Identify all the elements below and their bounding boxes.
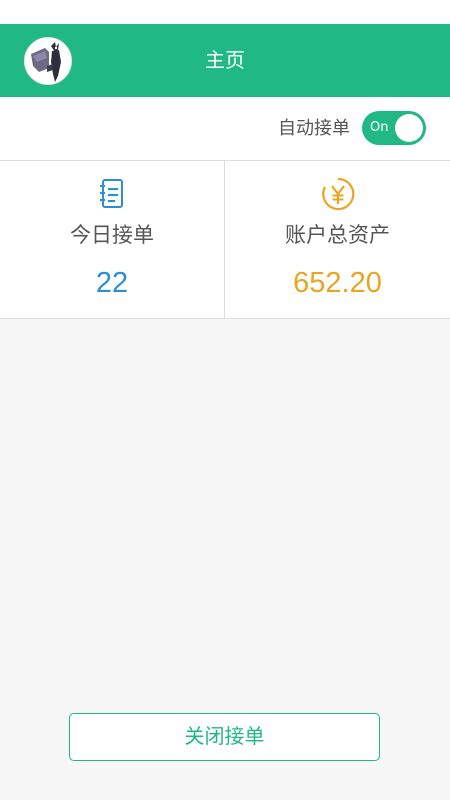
auto-accept-toggle[interactable]: On — [362, 111, 426, 145]
stat-label: 账户总资产 — [285, 223, 390, 247]
toggle-knob — [395, 114, 423, 142]
app-header: 主页 — [0, 24, 450, 97]
close-orders-button[interactable]: 关闭接单 — [69, 713, 380, 761]
yen-coin-icon — [321, 177, 354, 211]
bat-avatar-icon — [25, 38, 71, 84]
toggle-state-text: On — [370, 120, 389, 135]
stat-value: 652.20 — [293, 267, 382, 299]
stats-panel: 今日接单 22 账户总资产 652.20 — [0, 160, 450, 319]
auto-accept-row: 自动接单 On — [0, 97, 450, 160]
stat-value: 22 — [95, 267, 129, 299]
auto-accept-label: 自动接单 — [278, 118, 350, 139]
stat-total-assets[interactable]: 账户总资产 652.20 — [225, 161, 450, 318]
avatar[interactable] — [24, 37, 72, 85]
notebook-icon — [100, 179, 123, 208]
stat-label: 今日接单 — [70, 223, 154, 247]
status-bar — [0, 0, 450, 24]
stat-today-orders[interactable]: 今日接单 22 — [0, 161, 225, 318]
